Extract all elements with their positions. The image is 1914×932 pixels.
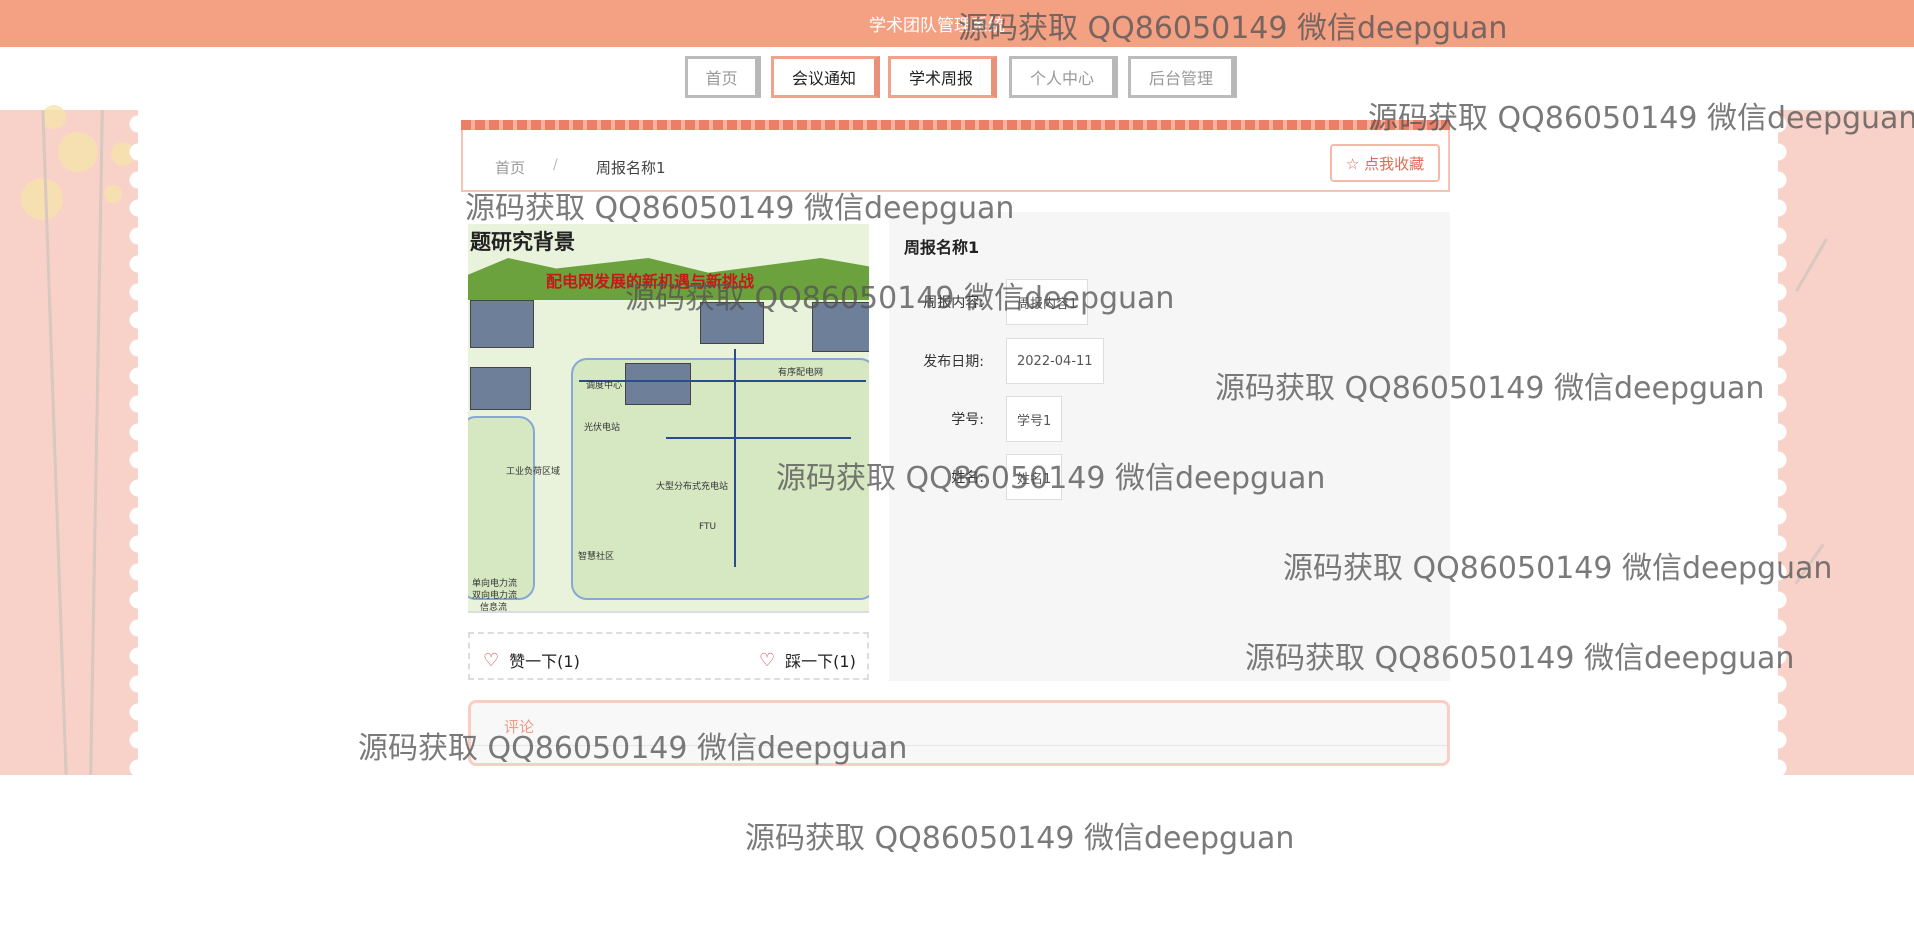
nav-meeting-notice[interactable]: 会议通知 <box>771 56 880 98</box>
detail-row-student-id: 学号: 学号1 <box>904 396 1063 442</box>
vote-bar: ♡ 赞一下(1) ♡ 踩一下(1) <box>468 632 869 680</box>
left-decoration <box>0 105 138 775</box>
detail-label: 学号: <box>951 412 984 428</box>
diagram-label: 工业负荷区域 <box>506 467 561 477</box>
diagram-node <box>470 367 531 410</box>
nav-admin[interactable]: 后台管理 <box>1128 56 1237 98</box>
diagram-label: 智慧社区 <box>578 552 615 562</box>
thumbs-down-icon: ♡ <box>759 649 776 671</box>
diagram-node <box>625 363 691 405</box>
nav-personal-center[interactable]: 个人中心 <box>1009 56 1118 98</box>
thumbs-up-icon: ♡ <box>483 649 500 671</box>
watermark: 源码获取 QQ86050149 微信deepguan <box>958 11 1508 46</box>
report-image-title: 题研究背景 <box>470 230 575 254</box>
watermark: 源码获取 QQ86050149 微信deepguan <box>358 731 908 766</box>
breadcrumb-home[interactable]: 首页 <box>495 157 525 178</box>
dislike-button[interactable]: ♡ 踩一下(1) <box>759 648 856 672</box>
watermark: 源码获取 QQ86050149 微信deepguan <box>1283 551 1833 586</box>
favorite-button[interactable]: ☆ 点我收藏 <box>1330 144 1440 182</box>
breadcrumb-current: 周报名称1 <box>596 159 666 177</box>
diagram-label: 大型分布式充电站 <box>656 482 729 492</box>
diagram-left-panel <box>468 416 535 600</box>
like-button[interactable]: ♡ 赞一下(1) <box>483 648 580 672</box>
watermark: 源码获取 QQ86050149 微信deepguan <box>776 461 1326 496</box>
diagram-line <box>734 349 736 567</box>
breadcrumb-separator: / <box>553 157 558 173</box>
top-header: 学术团队管理系统 <box>0 0 1914 47</box>
diagram-label: FTU <box>699 522 717 532</box>
nav-home[interactable]: 首页 <box>685 56 761 98</box>
diagram-label: 调度中心 <box>586 381 623 391</box>
diagram-label: 信息流 <box>480 603 508 613</box>
watermark: 源码获取 QQ86050149 微信deepguan <box>465 191 1015 226</box>
watermark: 源码获取 QQ86050149 微信deepguan <box>625 281 1175 316</box>
watermark: 源码获取 QQ86050149 微信deepguan <box>745 821 1295 856</box>
diagram-line <box>666 437 851 439</box>
dislike-label: 踩一下(1) <box>785 652 856 671</box>
detail-label: 发布日期: <box>923 354 984 370</box>
report-title: 周报名称1 <box>904 238 980 257</box>
detail-value: 学号1 <box>1006 396 1063 442</box>
diagram-line <box>579 380 866 382</box>
watermark: 源码获取 QQ86050149 微信deepguan <box>1215 371 1765 406</box>
right-decoration <box>1778 110 1914 775</box>
diagram-label: 光伏电站 <box>584 423 621 433</box>
detail-value: 2022-04-11 <box>1006 338 1104 384</box>
detail-row-date: 发布日期: 2022-04-11 <box>904 338 1104 384</box>
diagram-node <box>470 300 534 348</box>
diagram-label: 有序配电网 <box>778 368 824 378</box>
watermark: 源码获取 QQ86050149 微信deepguan <box>1245 641 1795 676</box>
breadcrumb: 首页 / 周报名称1 ☆ 点我收藏 <box>461 120 1450 192</box>
nav-academic-weekly[interactable]: 学术周报 <box>888 56 997 98</box>
like-label: 赞一下(1) <box>509 652 580 671</box>
watermark: 源码获取 QQ86050149 微信deepguan <box>1368 101 1914 136</box>
